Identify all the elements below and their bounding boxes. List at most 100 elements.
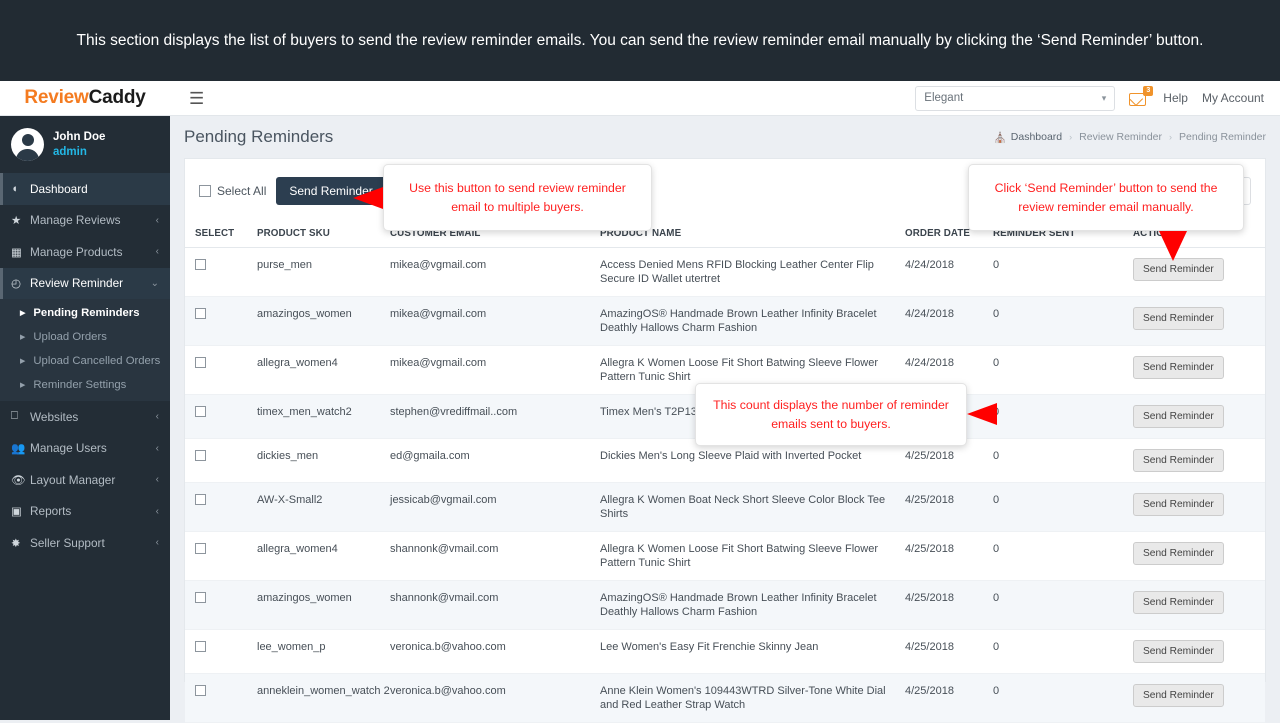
star-icon: ★	[11, 213, 30, 227]
send-reminder-row-button[interactable]: Send Reminder	[1133, 684, 1224, 707]
row-checkbox[interactable]	[195, 641, 206, 652]
row-product-sku: lee_women_p	[257, 630, 390, 674]
sidebar-item-label: Manage Users	[30, 441, 107, 455]
sidebar-user-name: John Doe	[53, 130, 105, 145]
row-checkbox[interactable]	[195, 592, 206, 603]
callout-manual-send-text: Click ‘Send Reminder’ button to send the…	[981, 179, 1231, 217]
document-icon: ▦	[11, 245, 30, 259]
sidebar-item-dashboard[interactable]: ◖ Dashboard	[0, 173, 170, 205]
callout-bulk-send-text: Use this button to send review reminder …	[396, 179, 639, 217]
row-order-date: 4/25/2018	[905, 483, 993, 532]
send-reminder-row-button[interactable]: Send Reminder	[1133, 356, 1224, 379]
monitor-icon: ⎕	[11, 410, 30, 423]
table-row: lee_women_pveronica.b@vahoo.comLee Women…	[185, 630, 1265, 674]
row-reminder-sent: 0	[993, 630, 1133, 674]
row-customer-email: veronica.b@vahoo.com	[390, 674, 600, 723]
row-select-cell	[185, 483, 257, 532]
eye-icon: 👁	[11, 473, 30, 487]
sidebar-item-seller-support[interactable]: ✸ Seller Support ‹	[0, 527, 170, 559]
mail-icon[interactable]: 3	[1129, 88, 1149, 108]
sidebar-item-label: Layout Manager	[30, 473, 115, 487]
help-link[interactable]: Help	[1163, 91, 1188, 105]
top-bar-right-group: Elegant ▾ 3 Help My Account	[915, 86, 1280, 111]
row-customer-email: mikea@vgmail.com	[390, 346, 600, 395]
send-reminder-row-button[interactable]: Send Reminder	[1133, 258, 1224, 281]
send-reminder-row-button[interactable]: Send Reminder	[1133, 640, 1224, 663]
row-product-sku: amazingos_women	[257, 581, 390, 630]
row-checkbox[interactable]	[195, 494, 206, 505]
site-selector-dropdown[interactable]: Elegant ▾	[915, 86, 1115, 111]
row-customer-email: mikea@vgmail.com	[390, 248, 600, 297]
row-checkbox[interactable]	[195, 543, 206, 554]
users-icon: 👥	[11, 441, 30, 455]
menu-icon[interactable]: ☰	[189, 90, 204, 107]
send-reminder-row-button[interactable]: Send Reminder	[1133, 493, 1224, 516]
triangle-right-icon: ▶	[20, 309, 25, 317]
sidebar-item-layout-manager[interactable]: 👁 Layout Manager ‹	[0, 464, 170, 496]
row-product-name: AmazingOS® Handmade Brown Leather Infini…	[600, 297, 905, 346]
row-select-cell	[185, 439, 257, 483]
row-checkbox[interactable]	[195, 685, 206, 696]
chevron-left-icon: ‹	[156, 506, 159, 517]
send-reminder-row-button[interactable]: Send Reminder	[1133, 405, 1224, 428]
breadcrumb-review-reminder[interactable]: Review Reminder	[1079, 131, 1162, 143]
triangle-right-icon: ▶	[20, 357, 25, 365]
row-order-date: 4/24/2018	[905, 248, 993, 297]
row-action-cell: Send Reminder	[1133, 483, 1265, 532]
sidebar-item-pending-reminders[interactable]: ▶ Pending Reminders	[0, 301, 170, 325]
row-action-cell: Send Reminder	[1133, 581, 1265, 630]
callout-bulk-send: Use this button to send review reminder …	[383, 164, 652, 231]
pending-reminders-table: SELECT PRODUCT SKU CUSTOMER EMAIL PRODUC…	[185, 222, 1265, 723]
page-title: Pending Reminders	[184, 127, 333, 147]
clock-icon: ◴	[11, 276, 30, 290]
gear-icon: ✸	[11, 536, 30, 550]
row-action-cell: Send Reminder	[1133, 346, 1265, 395]
row-select-cell	[185, 674, 257, 723]
row-product-name: Access Denied Mens RFID Blocking Leather…	[600, 248, 905, 297]
row-checkbox[interactable]	[195, 259, 206, 270]
mail-badge-count: 3	[1143, 86, 1153, 96]
chevron-left-icon: ‹	[156, 474, 159, 485]
sidebar-item-review-reminder[interactable]: ◴ Review Reminder ⌄	[0, 268, 170, 300]
row-customer-email: ed@gmaila.com	[390, 439, 600, 483]
sidebar-item-label: Dashboard	[30, 182, 88, 196]
row-product-name: Anne Klein Women's 109443WTRD Silver-Ton…	[600, 674, 905, 723]
row-customer-email: shannonk@vmail.com	[390, 532, 600, 581]
sidebar-item-reminder-settings[interactable]: ▶ Reminder Settings	[0, 373, 170, 397]
sidebar-item-manage-products[interactable]: ▦ Manage Products ‹	[0, 236, 170, 268]
select-all-control[interactable]: Select All	[199, 184, 266, 198]
sidebar-user-box[interactable]: John Doe admin	[0, 116, 170, 173]
logo-text-caddy: Caddy	[89, 87, 146, 108]
sidebar-item-websites[interactable]: ⎕ Websites ‹	[0, 401, 170, 433]
breadcrumb-dashboard-label: Dashboard	[1011, 131, 1062, 143]
sidebar-item-manage-reviews[interactable]: ★ Manage Reviews ‹	[0, 205, 170, 237]
row-select-cell	[185, 532, 257, 581]
row-product-sku: timex_men_watch2	[257, 395, 390, 439]
sidebar-item-upload-orders[interactable]: ▶ Upload Orders	[0, 325, 170, 349]
row-checkbox[interactable]	[195, 406, 206, 417]
chevron-down-icon: ⌄	[151, 278, 159, 289]
app-logo[interactable]: ReviewCaddy	[0, 87, 170, 109]
send-reminder-row-button[interactable]: Send Reminder	[1133, 542, 1224, 565]
sidebar-item-reports[interactable]: ▣ Reports ‹	[0, 496, 170, 528]
sidebar-item-label: Review Reminder	[30, 276, 123, 290]
callout-manual-send-arrow	[1159, 231, 1187, 261]
sidebar-subitem-label: Upload Orders	[33, 331, 106, 343]
row-product-name: Allegra K Women Boat Neck Short Sleeve C…	[600, 483, 905, 532]
row-reminder-sent: 0	[993, 346, 1133, 395]
row-action-cell: Send Reminder	[1133, 439, 1265, 483]
select-all-checkbox[interactable]	[199, 185, 211, 197]
row-checkbox[interactable]	[195, 450, 206, 461]
table-row: allegra_women4shannonk@vmail.comAllegra …	[185, 532, 1265, 581]
sidebar-item-upload-cancelled-orders[interactable]: ▶ Upload Cancelled Orders	[0, 349, 170, 373]
row-checkbox[interactable]	[195, 357, 206, 368]
sidebar-item-manage-users[interactable]: 👥 Manage Users ‹	[0, 433, 170, 465]
send-reminder-row-button[interactable]: Send Reminder	[1133, 449, 1224, 472]
my-account-link[interactable]: My Account	[1202, 91, 1264, 105]
send-reminder-row-button[interactable]: Send Reminder	[1133, 591, 1224, 614]
triangle-right-icon: ▶	[20, 381, 25, 389]
row-checkbox[interactable]	[195, 308, 206, 319]
send-reminder-row-button[interactable]: Send Reminder	[1133, 307, 1224, 330]
breadcrumb-dashboard[interactable]: ⛪ Dashboard	[994, 131, 1062, 144]
callout-manual-send: Click ‘Send Reminder’ button to send the…	[968, 164, 1244, 231]
